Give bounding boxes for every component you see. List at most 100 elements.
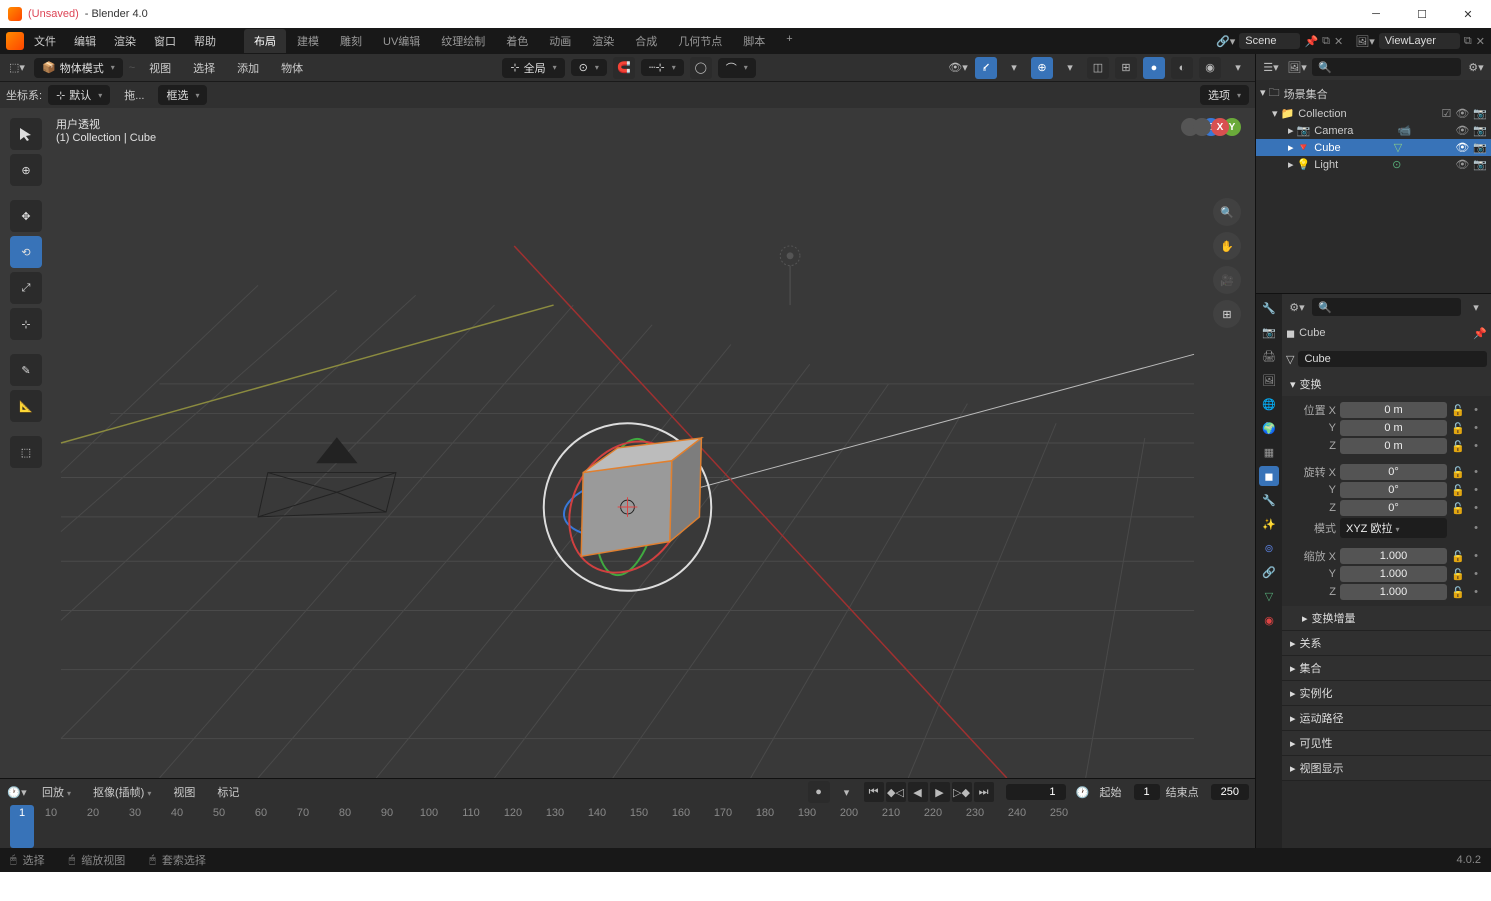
proportional-options[interactable]: ⌒ bbox=[718, 58, 756, 78]
menu-render[interactable]: 渲染 bbox=[106, 30, 144, 52]
object-menu[interactable]: 物体 bbox=[273, 57, 311, 79]
mode-dropdown[interactable]: 📦物体模式 bbox=[34, 58, 123, 78]
scale-x[interactable]: 1.000 bbox=[1340, 548, 1447, 564]
current-frame[interactable]: 1 bbox=[1006, 784, 1066, 800]
ptab-material[interactable]: ◉ bbox=[1259, 610, 1279, 630]
autokey-toggle[interactable]: ● bbox=[808, 781, 830, 803]
tool-select[interactable] bbox=[10, 118, 42, 150]
options-dropdown[interactable]: 选项 bbox=[1200, 85, 1249, 105]
close-button[interactable]: ✕ bbox=[1453, 2, 1483, 26]
keyframe-prev[interactable]: ◆◁ bbox=[886, 782, 906, 802]
lock-pos-z[interactable]: 🔓 bbox=[1451, 440, 1465, 453]
viewlayer-browse-icon[interactable]: 🖼▾ bbox=[1355, 35, 1375, 48]
tool-cursor[interactable]: ⊕ bbox=[10, 154, 42, 186]
zoom-button[interactable]: 🔍 bbox=[1213, 198, 1241, 226]
ws-texture[interactable]: 纹理绘制 bbox=[431, 29, 495, 53]
menu-window[interactable]: 窗口 bbox=[146, 30, 184, 52]
scene-name[interactable]: Scene bbox=[1239, 33, 1300, 49]
panel-transform[interactable]: ▾ 变换 bbox=[1282, 372, 1491, 396]
lock-rot-x[interactable]: 🔓 bbox=[1451, 466, 1465, 479]
lock-pos-y[interactable]: 🔓 bbox=[1451, 422, 1465, 435]
tool-measure[interactable]: 📐 bbox=[10, 390, 42, 422]
ws-render[interactable]: 渲染 bbox=[582, 29, 624, 53]
outliner-display-icon[interactable]: 🖼▾ bbox=[1286, 56, 1308, 78]
lock-pos-x[interactable]: 🔓 bbox=[1451, 404, 1465, 417]
tool-rotate[interactable]: ⟲ bbox=[10, 236, 42, 268]
lock-scale-z[interactable]: 🔓 bbox=[1451, 586, 1465, 599]
tool-move[interactable]: ✥ bbox=[10, 200, 42, 232]
viewlayer-close-icon[interactable]: ✕ bbox=[1476, 35, 1485, 48]
scale-y[interactable]: 1.000 bbox=[1340, 566, 1447, 582]
rot-z[interactable]: 0° bbox=[1340, 500, 1447, 516]
menu-file[interactable]: 文件 bbox=[26, 30, 64, 52]
play[interactable]: ▶ bbox=[930, 782, 950, 802]
add-menu[interactable]: 添加 bbox=[229, 57, 267, 79]
ws-layout[interactable]: 布局 bbox=[244, 29, 286, 53]
minimize-button[interactable]: ─ bbox=[1361, 2, 1391, 26]
ptab-constraints[interactable]: 🔗 bbox=[1259, 562, 1279, 582]
maximize-button[interactable]: ☐ bbox=[1407, 2, 1437, 26]
props-editor-icon[interactable]: ⚙▾ bbox=[1286, 296, 1308, 318]
jump-end[interactable]: ⏭ bbox=[974, 782, 994, 802]
shading-solid[interactable]: ● bbox=[1143, 57, 1165, 79]
ptab-object[interactable]: ◼ bbox=[1259, 466, 1279, 486]
select-menu[interactable]: 选择 bbox=[185, 57, 223, 79]
clock-icon[interactable]: 🕐 bbox=[1072, 781, 1094, 803]
outliner-editor-icon[interactable]: ☰▾ bbox=[1260, 56, 1282, 78]
autokey-options[interactable]: ▾ bbox=[836, 781, 858, 803]
lock-scale-y[interactable]: 🔓 bbox=[1451, 568, 1465, 581]
mesh-name[interactable]: Cube bbox=[1298, 351, 1487, 367]
scale-z[interactable]: 1.000 bbox=[1340, 584, 1447, 600]
ws-geo[interactable]: 几何节点 bbox=[668, 29, 732, 53]
panel-delta[interactable]: ▸ 变换增量 bbox=[1282, 606, 1491, 630]
blender-logo-icon[interactable] bbox=[6, 32, 24, 50]
overlay-options[interactable]: ▾ bbox=[1059, 57, 1081, 79]
ptab-output[interactable]: 🖨 bbox=[1259, 346, 1279, 366]
playback-menu[interactable]: 回放 bbox=[34, 781, 79, 803]
ptab-world[interactable]: 🌍 bbox=[1259, 418, 1279, 438]
pin-icon[interactable]: 📌 bbox=[1473, 327, 1487, 340]
outliner-scene-collection[interactable]: ▾ 🗀 场景集合 bbox=[1256, 82, 1491, 105]
tool-addcube[interactable]: ⬚ bbox=[10, 436, 42, 468]
pos-z[interactable]: 0 m bbox=[1340, 438, 1447, 454]
gizmo-options[interactable]: ▾ bbox=[1003, 57, 1025, 79]
snap-toggle[interactable]: 🧲 bbox=[613, 57, 635, 79]
ptab-collection[interactable]: ▦ bbox=[1259, 442, 1279, 462]
tool-transform[interactable]: ⊹ bbox=[10, 308, 42, 340]
viewlayer-name[interactable]: ViewLayer bbox=[1379, 33, 1460, 49]
panel-viewdisplay[interactable]: ▸ 视图显示 bbox=[1282, 756, 1491, 780]
panel-collections[interactable]: ▸ 集合 bbox=[1282, 656, 1491, 680]
end-frame[interactable]: 250 bbox=[1211, 784, 1249, 800]
view-menu[interactable]: 视图 bbox=[141, 57, 179, 79]
ptab-scene[interactable]: 🌐 bbox=[1259, 394, 1279, 414]
ws-compose[interactable]: 合成 bbox=[625, 29, 667, 53]
snap-options[interactable]: ┄⊹ bbox=[641, 59, 684, 76]
proportional-toggle[interactable]: ◯ bbox=[690, 57, 712, 79]
ptab-particles[interactable]: ✨ bbox=[1259, 514, 1279, 534]
viewport-3d[interactable]: 用户透视 (1) Collection | Cube bbox=[0, 108, 1255, 778]
pos-y[interactable]: 0 m bbox=[1340, 420, 1447, 436]
shading-rendered[interactable]: ◉ bbox=[1199, 57, 1221, 79]
rot-y[interactable]: 0° bbox=[1340, 482, 1447, 498]
pivot-dropdown[interactable]: ⊙ bbox=[571, 59, 607, 76]
outliner-cube[interactable]: ▸ 🔻 Cube ▽👁📷 bbox=[1256, 139, 1491, 156]
grid-button[interactable]: ⊞ bbox=[1213, 300, 1241, 328]
visibility-icon[interactable]: 👁▾ bbox=[947, 57, 969, 79]
outliner-light[interactable]: ▸ 💡 Light ⊙👁📷 bbox=[1256, 156, 1491, 173]
gizmo-toggle[interactable]: ⭹ bbox=[975, 57, 997, 79]
outliner-collection[interactable]: ▾ 📁 Collection ☑👁📷 bbox=[1256, 105, 1491, 122]
panel-relations[interactable]: ▸ 关系 bbox=[1282, 631, 1491, 655]
shading-wireframe[interactable]: ⊞ bbox=[1115, 57, 1137, 79]
keying-menu[interactable]: 抠像(插帧) bbox=[85, 781, 159, 803]
xray-toggle[interactable]: ◫ bbox=[1087, 57, 1109, 79]
tool-annotate[interactable]: ✎ bbox=[10, 354, 42, 386]
panel-motion[interactable]: ▸ 运动路径 bbox=[1282, 706, 1491, 730]
tool-scale[interactable]: ⤢ bbox=[10, 272, 42, 304]
pan-button[interactable]: ✋ bbox=[1213, 232, 1241, 260]
start-frame[interactable]: 1 bbox=[1134, 784, 1160, 800]
ws-add[interactable]: + bbox=[776, 29, 802, 53]
menu-help[interactable]: 帮助 bbox=[186, 30, 224, 52]
panel-visibility[interactable]: ▸ 可见性 bbox=[1282, 731, 1491, 755]
playhead[interactable]: 1 bbox=[10, 805, 34, 848]
nav-gizmo[interactable]: Z Y X bbox=[1179, 118, 1243, 182]
